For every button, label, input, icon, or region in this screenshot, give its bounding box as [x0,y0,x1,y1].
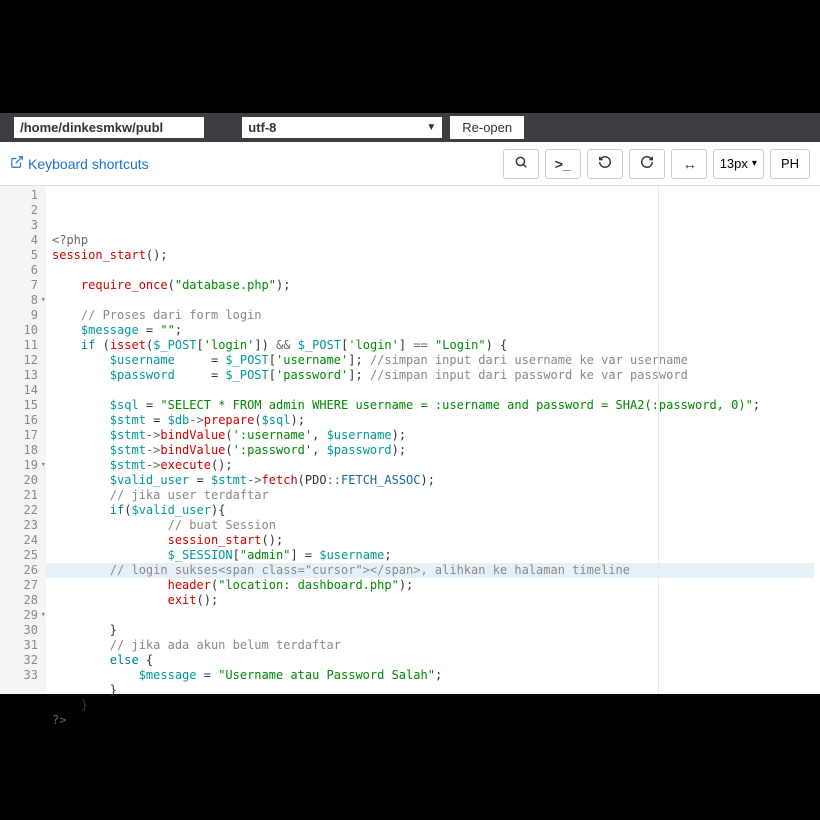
redo-icon [640,155,654,172]
undo-icon [598,155,612,172]
file-path-input[interactable]: /home/dinkesmkw/publ [14,117,204,138]
external-link-icon [10,155,24,172]
top-bar: /home/dinkesmkw/publ utf-8▼ Re-open [0,113,820,142]
print-margin [658,186,659,694]
editing-label [2,120,6,135]
arrows-horizontal-icon: ↔ [683,156,695,172]
keyboard-shortcuts-link[interactable]: Keyboard shortcuts [10,155,149,172]
code-content[interactable]: <?phpsession_start(); require_once("data… [46,186,820,694]
search-icon [514,155,528,172]
encoding-label [230,120,234,135]
language-select[interactable]: PH [770,149,810,179]
editor-toolbar: Keyboard shortcuts >_ ↔ 13px▾ PH [0,142,820,186]
line-gutter: 1234567891011121314151617181920212223242… [0,186,46,694]
search-button[interactable] [503,149,539,179]
terminal-icon: >_ [555,156,571,172]
reopen-button[interactable]: Re-open [450,116,524,139]
redo-button[interactable] [629,149,665,179]
editor-area: Keyboard shortcuts >_ ↔ 13px▾ PH [0,142,820,694]
font-size-select[interactable]: 13px▾ [713,149,764,179]
wrap-button[interactable]: ↔ [671,149,707,179]
code-editor[interactable]: 1234567891011121314151617181920212223242… [0,186,820,694]
encoding-select[interactable]: utf-8▼ [242,117,442,138]
terminal-button[interactable]: >_ [545,149,581,179]
undo-button[interactable] [587,149,623,179]
